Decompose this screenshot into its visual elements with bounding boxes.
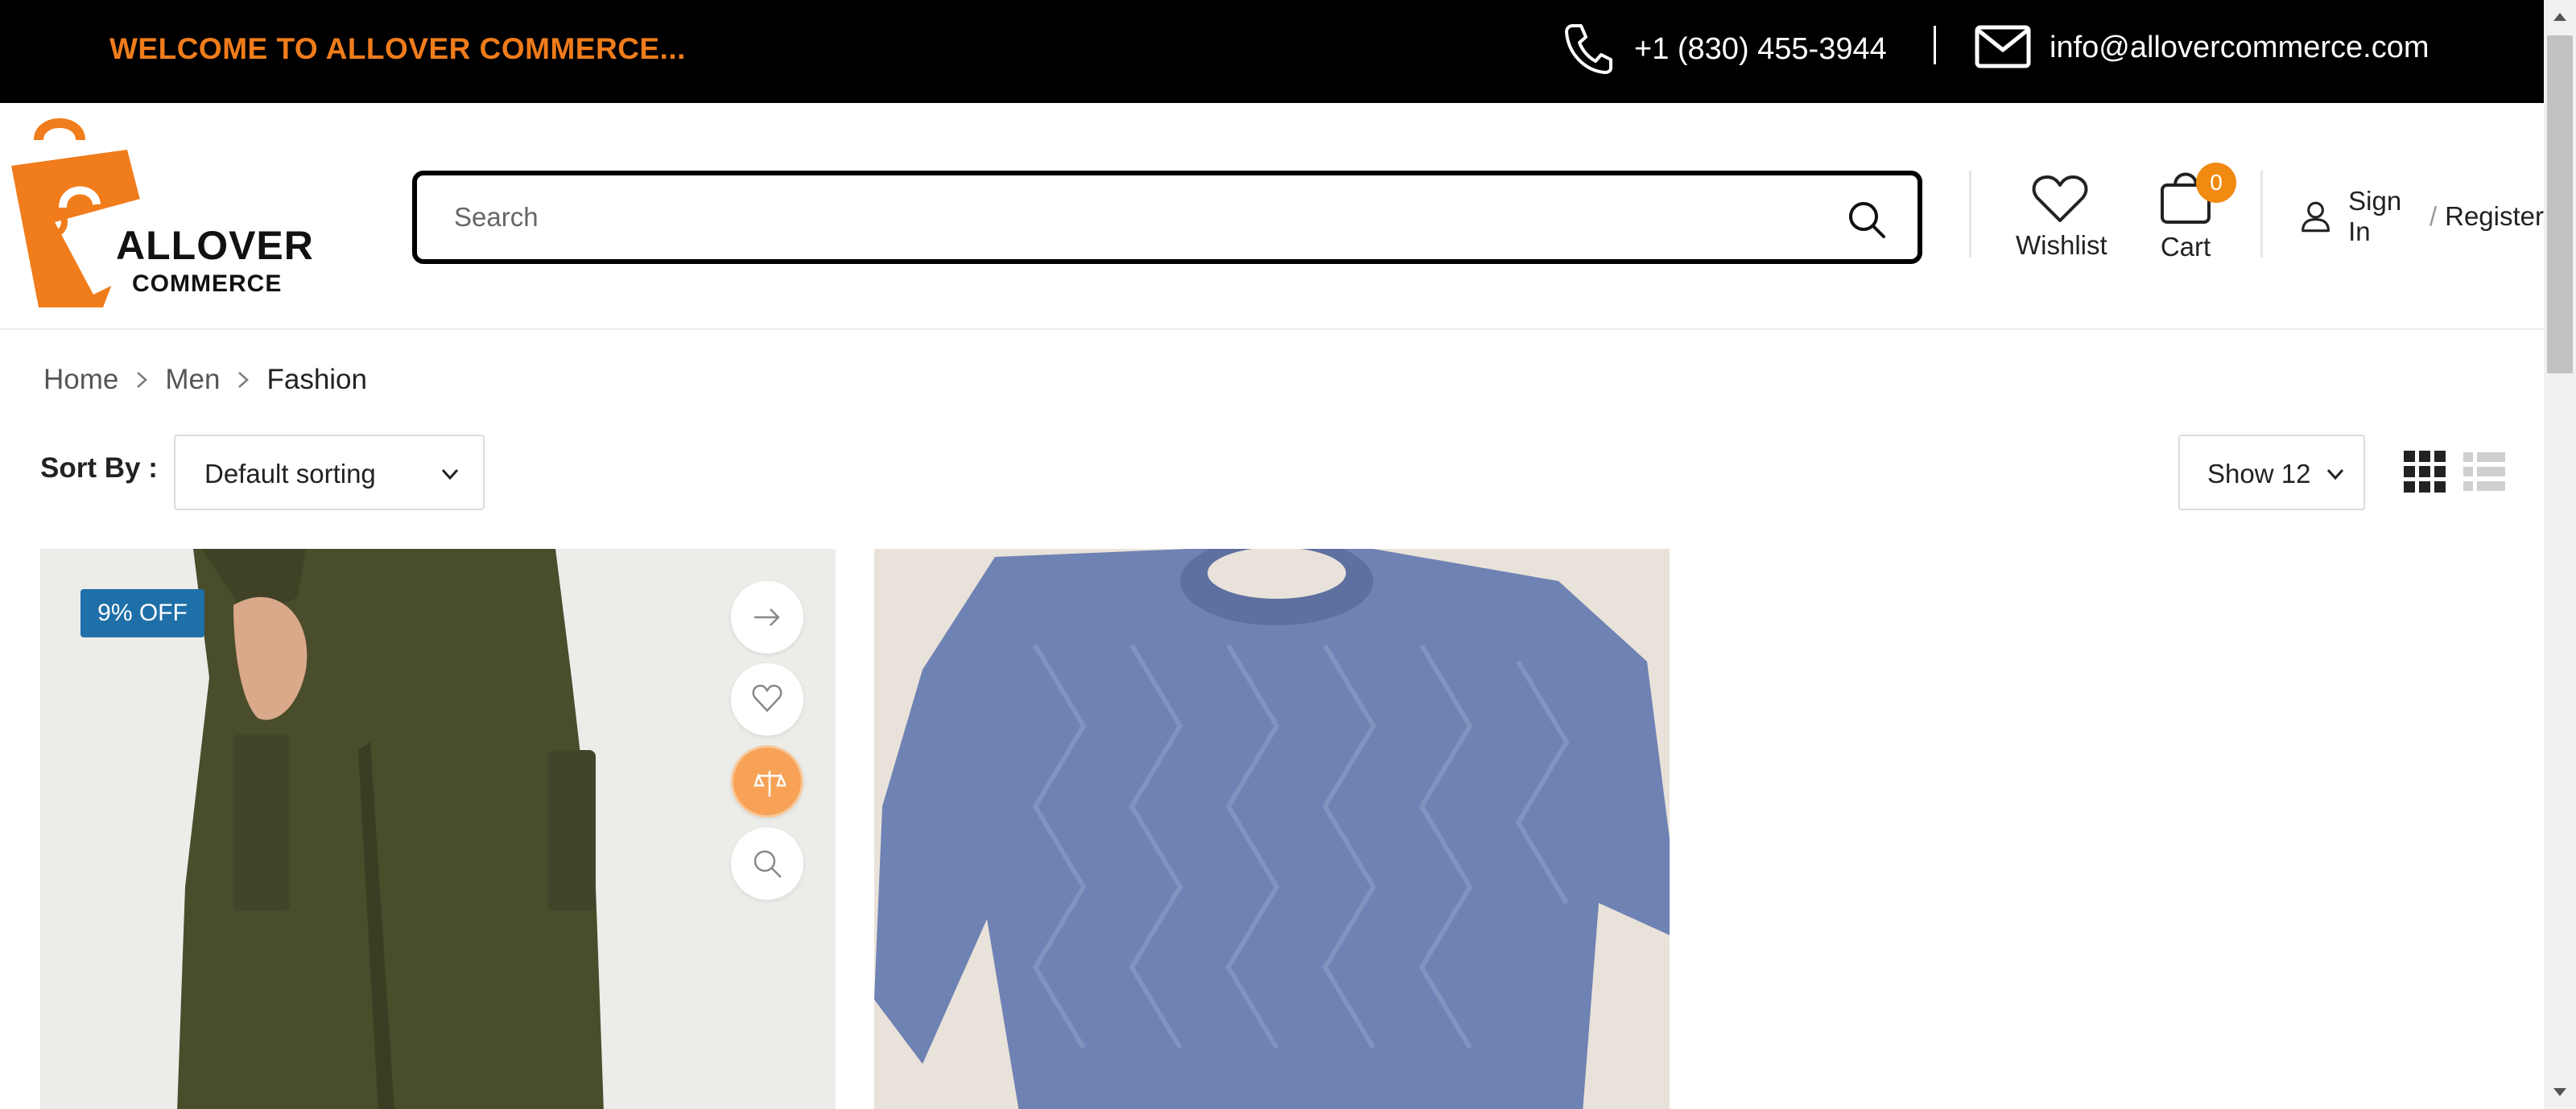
chevron-right-icon — [238, 372, 250, 388]
scroll-down-arrow-icon[interactable] — [2544, 1077, 2576, 1109]
account-separator: / — [2429, 201, 2438, 231]
view-product-button[interactable] — [731, 581, 803, 653]
logo-text-secondary: COMMERCE — [132, 270, 283, 297]
chevron-down-icon — [2326, 468, 2344, 480]
product-card[interactable]: 9% OFF — [40, 549, 836, 1109]
compare-icon — [753, 771, 786, 797]
header-divider — [2260, 171, 2263, 258]
register-link[interactable]: Register — [2445, 201, 2544, 232]
welcome-message: WELCOME TO ALLOVER COMMERCE... — [109, 32, 686, 65]
logo-text-primary: ALLOVER — [116, 223, 314, 268]
list-view-icon[interactable] — [2463, 451, 2505, 493]
top-bar: WELCOME TO ALLOVER COMMERCE... +1 (830) … — [0, 0, 2544, 103]
sign-in-link[interactable]: Sign In — [2348, 186, 2421, 247]
account-links: Sign In / Register — [2301, 186, 2544, 246]
site-header: ALLOVER COMMERCE Wishlist Cart 0 Sign In… — [0, 103, 2544, 330]
chevron-right-icon — [137, 372, 148, 388]
scrollbar-thumb[interactable] — [2547, 35, 2573, 373]
cart-button[interactable]: Cart 0 — [2141, 163, 2236, 270]
breadcrumb-men[interactable]: Men — [165, 364, 220, 396]
per-page-dropdown[interactable]: Show 12 — [2178, 435, 2365, 510]
search-icon[interactable] — [1847, 200, 1887, 240]
chevron-down-icon — [441, 468, 459, 480]
discount-badge: 9% OFF — [80, 589, 204, 637]
wishlist-button[interactable]: Wishlist — [2016, 174, 2107, 270]
mail-icon — [1975, 25, 2031, 68]
scroll-up-arrow-icon[interactable] — [2544, 0, 2576, 32]
site-logo[interactable]: ALLOVER COMMERCE — [6, 117, 313, 319]
search-input[interactable] — [454, 196, 1774, 238]
breadcrumb-home[interactable]: Home — [43, 364, 118, 396]
page-scrollbar[interactable] — [2544, 0, 2576, 1109]
email-address[interactable]: info@allovercommerce.com — [2050, 31, 2429, 65]
breadcrumb-current: Fashion — [266, 364, 367, 395]
add-to-wishlist-button[interactable] — [731, 663, 803, 736]
grid-view-icon[interactable] — [2404, 451, 2446, 493]
heart-icon — [2032, 175, 2088, 222]
topbar-divider — [1934, 26, 1936, 64]
user-icon — [2301, 201, 2330, 233]
breadcrumb: Home Men Fashion — [43, 364, 367, 396]
quick-view-button[interactable] — [731, 827, 803, 900]
product-card[interactable] — [874, 549, 1670, 1109]
arrow-right-icon — [754, 608, 780, 626]
sort-selected-value: Default sorting — [204, 459, 376, 489]
sort-label: Sort By : — [40, 452, 158, 484]
cart-label: Cart — [2160, 232, 2211, 262]
search-icon — [753, 850, 782, 878]
phone-icon — [1565, 24, 1612, 74]
header-divider — [1969, 171, 1971, 258]
product-image-knit-sweater[interactable] — [874, 549, 1670, 1109]
heart-icon — [752, 684, 782, 712]
compare-button[interactable] — [731, 745, 803, 818]
phone-number[interactable]: +1 (830) 455-3944 — [1634, 32, 1887, 67]
sort-dropdown[interactable]: Default sorting — [174, 435, 485, 510]
per-page-selected-value: Show 12 — [2207, 459, 2311, 489]
cart-count-badge: 0 — [2196, 163, 2236, 203]
search-bar — [412, 171, 1922, 264]
wishlist-label: Wishlist — [2016, 230, 2107, 260]
